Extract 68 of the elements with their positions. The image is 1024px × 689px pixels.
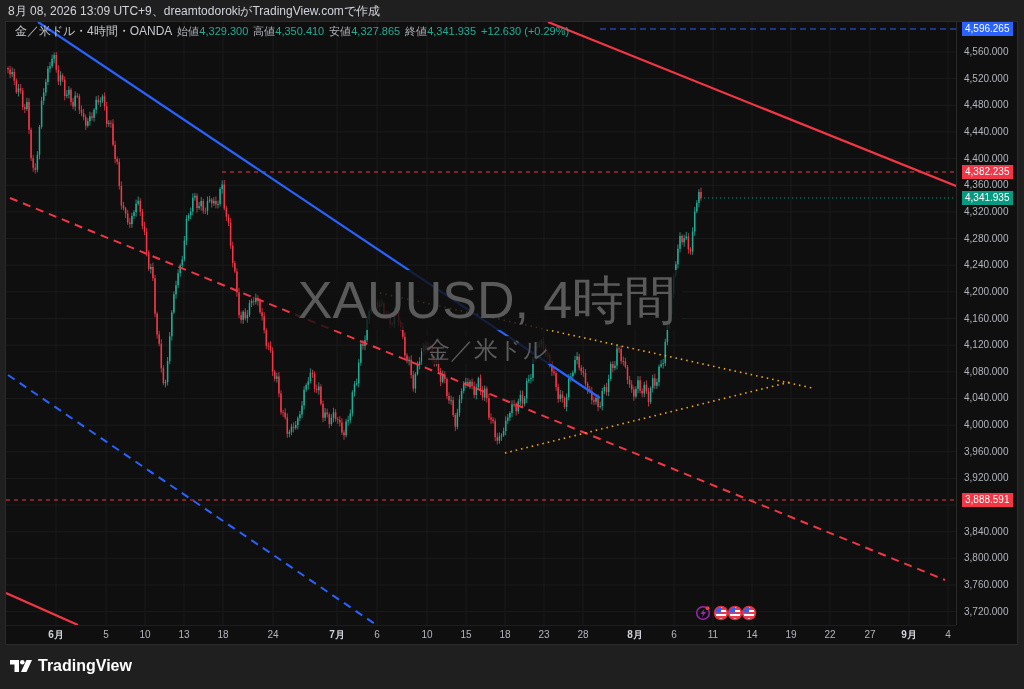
time-tick-label: 14 (746, 629, 758, 641)
time-tick-label: 6 (374, 629, 380, 641)
price-tick-label: 4,440.000 (964, 125, 1009, 138)
legend-change: +12.630 (+0.29%) (481, 24, 570, 39)
logo-icon (10, 660, 32, 672)
watermark-subtitle: 金／米ドル (422, 336, 552, 364)
price-label: 4,341.935 (962, 191, 1013, 205)
price-tick-label: 3,920.000 (964, 472, 1009, 485)
price-label: 4,596.265 (962, 22, 1013, 36)
flag-icon[interactable] (713, 605, 729, 621)
time-tick-label: 15 (460, 629, 472, 641)
price-tick-label: 4,120.000 (964, 339, 1009, 352)
legend-value: 4,350.410 (275, 24, 325, 39)
flag-icon[interactable] (741, 605, 757, 621)
time-tick-label: 24 (267, 629, 279, 641)
symbol-watermark: XAUUSD, 4時間 (291, 270, 683, 330)
time-tick-label: 8月 (627, 629, 643, 641)
time-tick-label: 4 (945, 629, 951, 641)
time-tick-label: 18 (499, 629, 511, 641)
brand-name: TradingView (38, 657, 132, 675)
chart-caption: 8月 08, 2026 13:09 UTC+9、dreamtodorokiがTradingView.comで作成 (8, 3, 380, 18)
time-tick-label: 28 (577, 629, 589, 641)
time-tick-label: 18 (217, 629, 229, 641)
time-tick-label: 5 (103, 629, 109, 641)
legend-label: 終値 (405, 24, 428, 39)
price-tick-label: 3,720.000 (964, 605, 1009, 618)
price-tick-label: 4,280.000 (964, 232, 1009, 245)
legend-value: 4,341.935 (427, 24, 477, 39)
price-tick-label: 3,840.000 (964, 525, 1009, 538)
time-tick-label: 9月 (901, 629, 917, 641)
price-label: 3,888.591 (962, 493, 1013, 507)
time-tick-label: 22 (824, 629, 836, 641)
legend-value: 4,327.865 (351, 24, 401, 39)
trend-line[interactable] (6, 592, 79, 625)
time-tick-label: 19 (785, 629, 797, 641)
dashed-trend-line[interactable] (9, 197, 946, 581)
price-tick-label: 3,800.000 (964, 552, 1009, 565)
price-tick-label: 4,000.000 (964, 419, 1009, 432)
time-tick-label: 27 (864, 629, 876, 641)
flag-icon[interactable] (727, 605, 743, 621)
time-tick-label: 10 (139, 629, 151, 641)
price-tick-label: 4,520.000 (964, 72, 1009, 85)
price-tick-label: 3,760.000 (964, 579, 1009, 591)
dotted-trend-line[interactable] (504, 381, 791, 454)
time-tick-label: 10 (421, 629, 433, 641)
price-label: 4,382.235 (962, 165, 1013, 179)
price-tick-label: 3,960.000 (964, 445, 1009, 458)
price-tick-label: 4,480.000 (964, 99, 1009, 112)
time-tick-label: 6 (671, 629, 677, 641)
time-tick-label: 6月 (48, 629, 64, 641)
price-tick-label: 4,400.000 (964, 152, 1009, 165)
time-tick-label: 11 (707, 629, 719, 641)
price-tick-label: 4,080.000 (964, 365, 1009, 378)
price-tick-label: 4,240.000 (964, 259, 1009, 272)
time-tick-label: 23 (538, 629, 550, 641)
legend-label: 始値 (177, 24, 200, 39)
time-tick-label: 7月 (329, 629, 345, 641)
legend-label: 高値 (253, 24, 276, 39)
price-tick-label: 4,560.000 (964, 46, 1009, 58)
time-tick-label: 13 (178, 629, 190, 641)
price-tick-label: 4,160.000 (964, 312, 1009, 325)
lightning-icon[interactable] (695, 605, 711, 621)
legend-value: 4,329.300 (199, 24, 249, 39)
price-tick-label: 4,360.000 (964, 179, 1009, 192)
price-tick-label: 4,320.000 (964, 205, 1009, 218)
legend-label: 安値 (329, 24, 352, 39)
price-tick-label: 4,200.000 (964, 285, 1009, 298)
price-tick-label: 4,040.000 (964, 392, 1009, 405)
